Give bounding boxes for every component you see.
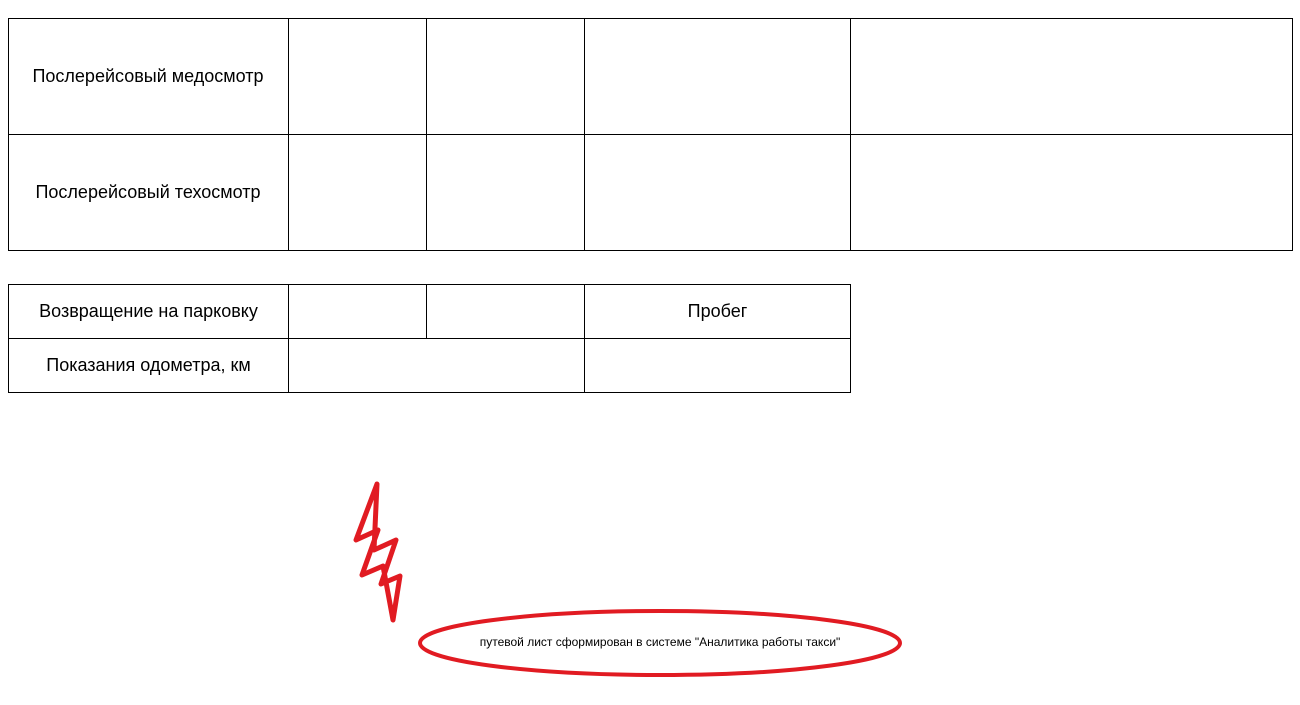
post-trip-tech-cell-3 (427, 135, 585, 251)
annotation-overlay: путевой лист сформирован в системе "Анал… (340, 480, 980, 700)
table-row: Послерейсовый техосмотр (9, 135, 1293, 251)
return-parking-cell-2 (289, 285, 427, 339)
post-trip-tech-cell-5 (851, 135, 1293, 251)
post-trip-med-cell-5 (851, 19, 1293, 135)
post-trip-med-cell-3 (427, 19, 585, 135)
return-parking-cell-3 (427, 285, 585, 339)
lightning-arrow-icon (356, 484, 400, 620)
post-trip-tech-cell-2 (289, 135, 427, 251)
return-mileage-table: Возвращение на парковку Пробег Показания… (8, 284, 851, 393)
page: Послерейсовый медосмотр Послерейсовый те… (0, 0, 1300, 705)
post-trip-tech-label: Послерейсовый техосмотр (9, 135, 289, 251)
odometer-label: Показания одометра, км (9, 339, 289, 393)
post-trip-tech-cell-4 (585, 135, 851, 251)
table-row: Послерейсовый медосмотр (9, 19, 1293, 135)
post-trip-med-label: Послерейсовый медосмотр (9, 19, 289, 135)
post-trip-med-cell-4 (585, 19, 851, 135)
table-row: Показания одометра, км (9, 339, 851, 393)
annotation-svg (340, 480, 980, 700)
mileage-value-cell (585, 339, 851, 393)
mileage-label: Пробег (585, 285, 851, 339)
return-parking-label: Возвращение на парковку (9, 285, 289, 339)
inspections-table: Послерейсовый медосмотр Послерейсовый те… (8, 18, 1293, 251)
odometer-value-cell (289, 339, 585, 393)
post-trip-med-cell-2 (289, 19, 427, 135)
footnote-text: путевой лист сформирован в системе "Анал… (340, 635, 980, 649)
table-row: Возвращение на парковку Пробег (9, 285, 851, 339)
